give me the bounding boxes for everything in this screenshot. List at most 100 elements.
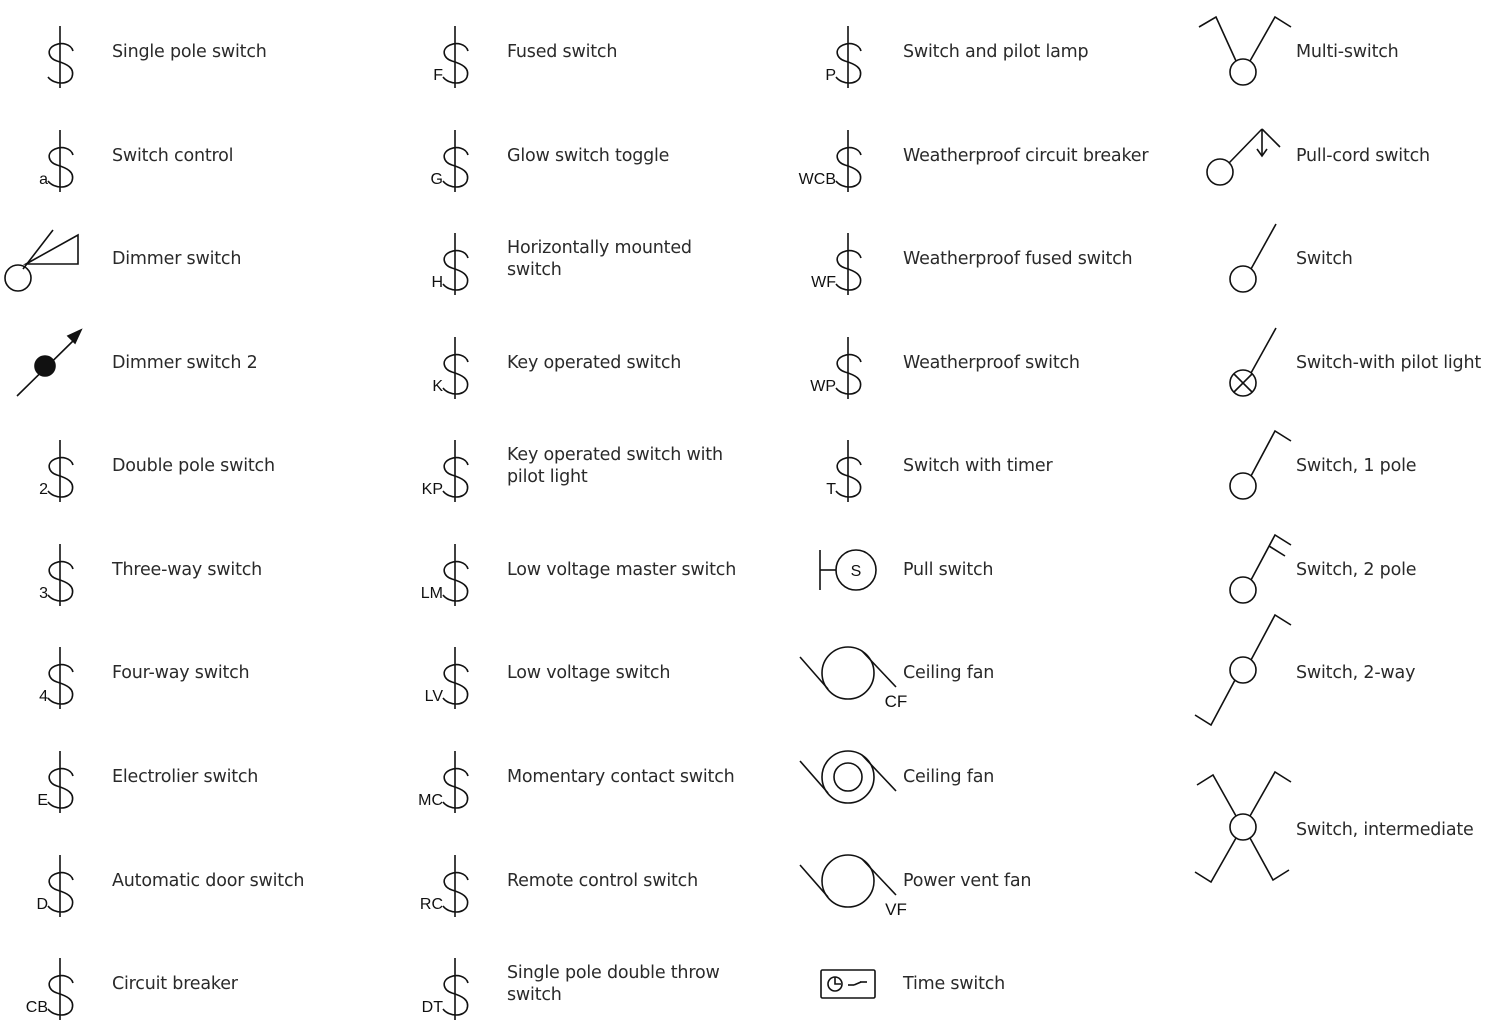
dollar-switch-icon: D [36, 855, 74, 917]
symbol-label: Switch [1296, 249, 1353, 269]
dollar-switch-icon: E [37, 751, 74, 813]
dollar-switch-icon: LV [425, 647, 469, 709]
symbol-label: Circuit breaker [112, 974, 238, 994]
symbol-label: Momentary contact switch [507, 767, 735, 787]
symbol-label: Switch, 1 pole [1296, 456, 1417, 476]
dollar-switch-icon: a [39, 130, 74, 192]
symbol-label: Double pole switch [112, 456, 275, 476]
dimmer-switch-icon [4, 229, 79, 292]
symbol-label: Electrolier switch [112, 767, 259, 787]
multi-switch-icon [1198, 15, 1292, 86]
symbol-label: Power vent fan [903, 871, 1032, 891]
dollar-switch-icon: KP [422, 440, 469, 502]
symbol-prefix-text: a [39, 171, 48, 188]
dollar-switch-icon: WF [811, 233, 862, 295]
dollar-switch-icon: CB [26, 958, 74, 1020]
symbol-label: Key operated switch [507, 353, 682, 373]
dollar-switch-icon: H [431, 233, 469, 295]
symbol-label: Low voltage master switch [507, 560, 737, 580]
symbol-prefix-text: S [851, 563, 862, 580]
symbol-label: Three-way switch [112, 560, 263, 580]
symbol-label: Fused switch [507, 42, 618, 62]
pull-switch-icon: S [819, 549, 877, 591]
symbol-prefix-text: D [36, 896, 48, 913]
symbol-prefix-text: WF [811, 274, 836, 291]
symbol-label: Switch-with pilot light [1296, 353, 1482, 373]
symbol-label: Pull-cord switch [1296, 146, 1430, 166]
symbol-prefix-text: E [37, 792, 48, 809]
dollar-switch-icon: 4 [39, 647, 74, 709]
dollar-switch-icon: RC [420, 855, 469, 917]
symbol-prefix-text: 2 [39, 481, 48, 498]
dollar-switch-icon: DT [422, 958, 469, 1020]
symbol-label: Four-way switch [112, 663, 250, 683]
switch-2-pole-icon [1229, 533, 1292, 604]
switch-1-pole-icon [1229, 429, 1292, 500]
time-switch-icon [820, 969, 876, 999]
dollar-switch-icon: 3 [39, 544, 74, 606]
dollar-switch-icon: F [433, 26, 469, 88]
switch-icon [1229, 223, 1277, 293]
symbol-label: Horizontally mounted switch [507, 238, 692, 280]
symbol-prefix-text: MC [418, 792, 443, 809]
dimmer-switch-2-icon [16, 328, 83, 397]
symbol-label: Weatherproof circuit breaker [903, 146, 1149, 166]
dollar-switch-icon: P [825, 26, 862, 88]
symbol-label: Low voltage switch [507, 663, 671, 683]
symbol-label: Automatic door switch [112, 871, 305, 891]
symbol-prefix-text: 4 [39, 688, 48, 705]
symbol-label: Switch, 2-way [1296, 663, 1416, 683]
symbol-label: Single pole double throw switch [507, 963, 720, 1005]
symbol-label: Weatherproof fused switch [903, 249, 1133, 269]
symbol-prefix-text: RC [420, 896, 443, 913]
switch-intermediate-icon [1194, 770, 1292, 884]
symbol-prefix-text: G [431, 171, 443, 188]
symbol-prefix-text: T [826, 481, 836, 498]
dollar-switch-icon: WCB [799, 130, 862, 192]
symbol-prefix-text: WCB [799, 171, 836, 188]
symbol-prefix-text: WP [810, 378, 836, 395]
symbol-label: Switch control [112, 146, 234, 166]
symbol-prefix-text: H [431, 274, 443, 291]
symbol-prefix-text: P [825, 67, 836, 84]
dollar-switch-icon: G [431, 130, 469, 192]
symbol-label: Key operated switch with pilot light [507, 445, 723, 487]
symbol-label: Glow switch toggle [507, 146, 670, 166]
symbol-label: Dimmer switch [112, 249, 242, 269]
symbol-label: Ceiling fan [903, 663, 995, 683]
dollar-switch-icon: T [826, 440, 862, 502]
switch-pilot-light-icon [1229, 327, 1277, 397]
dollar-switch-icon: WP [810, 337, 862, 399]
symbol-prefix-text: 3 [39, 585, 48, 602]
symbol-prefix-text: K [432, 378, 443, 395]
symbol-label: Remote control switch [507, 871, 698, 891]
symbol-prefix-text: LV [425, 688, 444, 705]
symbol-prefix-text: LM [421, 585, 443, 602]
dollar-switch-icon: MC [418, 751, 469, 813]
symbol-legend: Single pole switch a Switch control Dimmer … [0, 0, 1500, 1030]
dollar-switch-icon: LM [421, 544, 469, 606]
symbol-label: Weatherproof switch [903, 353, 1080, 373]
symbol-label: Dimmer switch 2 [112, 353, 258, 373]
symbol-label: Single pole switch [112, 42, 267, 62]
symbol-prefix-text: CB [26, 999, 48, 1016]
symbol-label: Switch with timer [903, 456, 1053, 476]
pull-cord-switch-icon [1206, 128, 1281, 186]
symbol-prefix-text: CF [885, 692, 908, 711]
symbol-label: Multi-switch [1296, 42, 1399, 62]
symbol-label: Switch and pilot lamp [903, 42, 1089, 62]
switch-2-way-icon [1194, 613, 1292, 727]
ceiling-fan-icon [799, 750, 897, 804]
dollar-switch-icon: 2 [39, 440, 74, 502]
ceiling-fan-icon: CF [799, 646, 907, 711]
symbol-prefix-text: DT [422, 999, 444, 1016]
symbol-label: Switch, intermediate [1296, 820, 1474, 840]
symbol-prefix-text: F [433, 67, 443, 84]
ceiling-fan-icon: VF [799, 854, 907, 919]
symbol-label: Ceiling fan [903, 767, 995, 787]
symbol-prefix-text: VF [885, 900, 907, 919]
symbol-label: Time switch [903, 974, 1006, 994]
symbol-label: Pull switch [903, 560, 994, 580]
dollar-switch-icon: K [432, 337, 469, 399]
dollar-switch-icon [47, 26, 74, 88]
